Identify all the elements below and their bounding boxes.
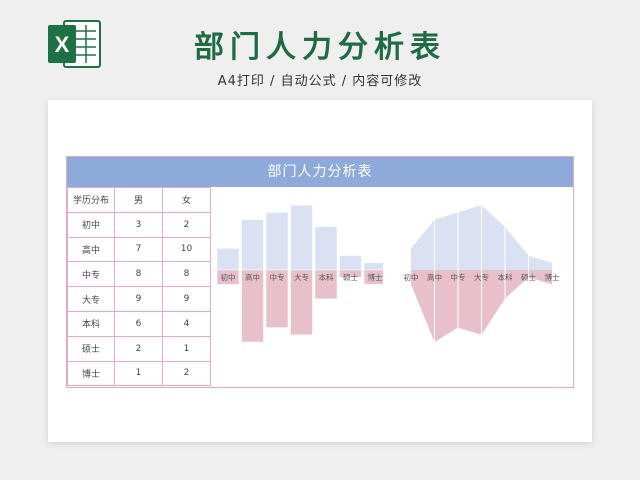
table-cell[interactable]: 4 [162, 310, 211, 337]
table-cell[interactable]: 1 [162, 335, 211, 362]
table-cell[interactable]: 初中 [67, 211, 115, 238]
category-label: 博士 [368, 272, 383, 282]
category-label: 硕士 [521, 272, 536, 282]
table-row: 初中 3 2 [67, 211, 211, 238]
table-cell[interactable]: 2 [162, 360, 211, 387]
table-cell[interactable]: 中专 [67, 261, 115, 288]
table-row: 中专 8 8 [67, 261, 211, 288]
table-cell[interactable]: 硕士 [67, 335, 115, 362]
category-label: 本科 [319, 272, 334, 282]
category-label: 硕士 [343, 272, 358, 282]
bar-male [216, 248, 240, 271]
table-cell[interactable]: 2 [162, 211, 211, 238]
table-cell[interactable]: 9 [162, 286, 211, 312]
bar-male [265, 212, 289, 271]
bar-male [314, 226, 338, 271]
category-label: 高中 [427, 272, 442, 282]
svg-text:X: X [55, 32, 70, 57]
bar-male [339, 255, 362, 271]
category-label: 高中 [245, 272, 260, 282]
table-cell[interactable]: 大专 [67, 286, 115, 312]
bar-male [290, 204, 313, 271]
column-header[interactable]: 女 [162, 187, 211, 213]
header: X 部门人力分析表 A4打印 / 自动公式 / 内容可修改 [0, 0, 640, 100]
table-cell[interactable]: 3 [114, 211, 163, 238]
category-label: 初中 [221, 272, 236, 282]
category-label: 大专 [294, 272, 309, 282]
table-row: 大专 9 9 [67, 286, 211, 312]
category-label: 中专 [270, 272, 285, 282]
table-cell[interactable]: 7 [114, 236, 163, 263]
bar-chart[interactable]: 初中 高中 中专 大专 本科 硕士 博士 [215, 157, 383, 387]
category-label: 大专 [474, 272, 489, 282]
table-row: 硕士 2 1 [67, 335, 211, 362]
area-chart[interactable]: 初中 高中 中专 大专 本科 硕士 博士 [403, 157, 563, 387]
table-cell[interactable]: 高中 [67, 236, 115, 263]
table-row: 本科 6 4 [67, 310, 211, 337]
category-label: 中专 [451, 272, 466, 282]
excel-icon: X [48, 20, 101, 68]
spreadsheet: 部门人力分析表 学历分布 男 女 初中 3 2 高中 7 10 中专 8 8 大… [66, 156, 574, 388]
table-cell[interactable]: 8 [162, 261, 211, 288]
column-header[interactable]: 学历分布 [67, 187, 115, 213]
page-title: 部门人力分析表 [194, 30, 446, 65]
bar-male [241, 219, 264, 271]
table-cell[interactable]: 2 [114, 335, 163, 362]
table-cell[interactable]: 本科 [67, 310, 115, 337]
table-cell[interactable]: 博士 [67, 360, 115, 387]
column-header[interactable]: 男 [114, 187, 163, 213]
table-row: 博士 1 2 [67, 360, 211, 387]
page-subtitle: A4打印 / 自动公式 / 内容可修改 [217, 74, 423, 89]
education-table: 学历分布 男 女 初中 3 2 高中 7 10 中专 8 8 大专 9 9 本科… [67, 187, 211, 387]
category-label: 博士 [545, 272, 560, 282]
table-cell[interactable]: 6 [114, 310, 163, 337]
table-header-row: 学历分布 男 女 [67, 187, 211, 213]
table-cell[interactable]: 9 [114, 286, 163, 312]
table-cell[interactable]: 10 [162, 236, 211, 263]
table-row: 高中 7 10 [67, 236, 211, 263]
category-label: 本科 [498, 272, 513, 282]
table-cell[interactable]: 8 [114, 261, 163, 288]
bar-male [363, 262, 383, 271]
table-cell[interactable]: 1 [114, 360, 163, 387]
category-label: 初中 [404, 272, 419, 282]
